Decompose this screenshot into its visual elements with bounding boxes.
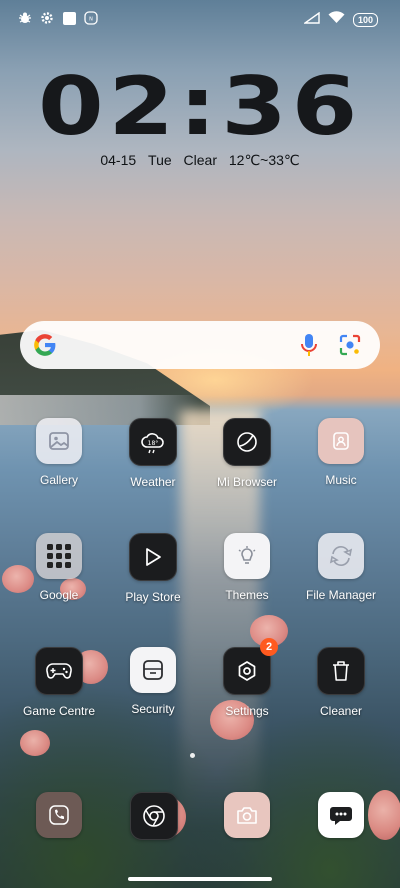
wallpaper-foliage xyxy=(0,560,400,888)
page-indicator[interactable] xyxy=(190,753,195,758)
app-file-manager[interactable]: File Manager xyxy=(296,533,386,602)
app-weather[interactable]: 18° Weather xyxy=(108,418,198,489)
app-mi-browser[interactable]: Mi Browser xyxy=(202,418,292,489)
wifi-icon xyxy=(328,11,345,29)
status-bar: N 100 xyxy=(0,0,400,36)
bug-icon xyxy=(18,11,32,25)
weather-text: Clear xyxy=(183,152,217,168)
security-icon xyxy=(130,647,176,693)
app-label: Cleaner xyxy=(319,704,363,718)
app-label: Themes xyxy=(225,588,269,602)
play-store-icon xyxy=(129,533,177,581)
trash-icon xyxy=(317,647,365,695)
app-play-store[interactable]: Play Store xyxy=(108,533,198,604)
phone-icon[interactable] xyxy=(36,792,82,838)
home-gesture-bar[interactable] xyxy=(128,877,272,881)
browser-icon xyxy=(223,418,271,466)
app-label: Gallery xyxy=(39,473,78,487)
weather-icon: 18° xyxy=(129,418,177,466)
app-label: Settings xyxy=(225,704,269,718)
file-manager-icon xyxy=(318,533,364,579)
music-icon xyxy=(318,418,364,464)
app-label: Play Store xyxy=(125,590,181,604)
app-gallery[interactable]: Gallery xyxy=(14,418,104,487)
day-text: Tue xyxy=(148,152,172,168)
app-google-folder[interactable]: Google xyxy=(14,533,104,602)
app-label: Security xyxy=(131,702,175,716)
signal-icon xyxy=(302,11,320,29)
square-icon xyxy=(62,11,76,25)
app-music[interactable]: Music xyxy=(296,418,386,487)
gamepad-icon xyxy=(35,647,83,695)
temperature-text: 12℃~33℃ xyxy=(228,152,300,168)
app-label: Game Centre xyxy=(22,704,96,718)
chrome-icon[interactable] xyxy=(130,792,178,840)
app-label: Weather xyxy=(130,475,176,489)
battery-indicator: 100 xyxy=(352,13,378,27)
app-label: Mi Browser xyxy=(216,475,277,489)
date-text: 04-15 xyxy=(100,152,137,168)
camera-icon[interactable] xyxy=(224,792,270,838)
clock-time[interactable]: 02:36 xyxy=(0,60,400,153)
google-folder-icon xyxy=(36,533,82,579)
date-weather-line[interactable]: 04-15 Tue Clear 12℃~33℃ xyxy=(0,152,400,169)
themes-icon xyxy=(224,533,270,579)
app-label: File Manager xyxy=(305,588,377,602)
settings-icon: 2 xyxy=(223,638,278,695)
settings-icon xyxy=(40,11,54,25)
app-security[interactable]: Security xyxy=(108,647,198,716)
nfc-icon: N xyxy=(84,11,98,25)
messages-icon[interactable] xyxy=(318,792,364,838)
svg-text:N: N xyxy=(89,17,93,23)
app-game-centre[interactable]: Game Centre xyxy=(14,647,104,718)
google-search-bar[interactable] xyxy=(20,321,380,369)
notification-badge: 2 xyxy=(260,638,278,656)
app-cleaner[interactable]: Cleaner xyxy=(296,647,386,718)
gallery-icon xyxy=(36,418,82,464)
svg-text:18°: 18° xyxy=(148,440,159,447)
google-logo xyxy=(32,332,58,363)
app-themes[interactable]: Themes xyxy=(202,533,292,602)
mic-icon[interactable] xyxy=(300,333,318,362)
app-settings[interactable]: 2 Settings xyxy=(202,638,292,718)
app-label: Google xyxy=(39,588,79,602)
app-label: Music xyxy=(325,473,357,487)
wallpaper-rose xyxy=(368,790,400,840)
wallpaper-rose xyxy=(20,730,50,756)
lens-icon[interactable] xyxy=(338,333,362,362)
